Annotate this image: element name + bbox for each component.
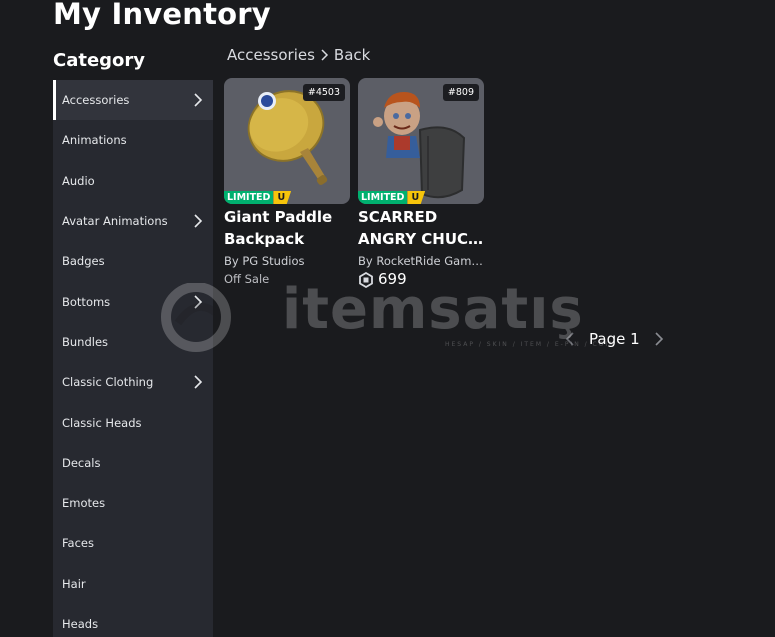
breadcrumb-current[interactable]: Accessories — [227, 46, 315, 64]
sidebar-item-faces[interactable]: Faces — [53, 523, 213, 563]
sidebar-item-decals[interactable]: Decals — [53, 443, 213, 483]
item-name[interactable]: SCARRED ANGRY CHUCKY — [358, 206, 484, 250]
chevron-right-icon — [194, 375, 203, 389]
sidebar-item-accessories[interactable]: Accessories — [53, 80, 213, 121]
sidebar-item-label: Audio — [62, 173, 95, 188]
creator-link[interactable]: PG Studios — [242, 254, 304, 268]
robux-icon — [359, 271, 373, 288]
price-text: Off Sale — [224, 272, 270, 286]
watermark: itemsatış HESAP / SKIN / ITEM / E-PIN / … — [160, 277, 620, 362]
sidebar-item-classic-heads[interactable]: Classic Heads — [53, 402, 213, 442]
item-name[interactable]: Giant Paddle Backpack — [224, 206, 350, 250]
creator-link[interactable]: RocketRide Games — [376, 254, 484, 268]
sidebar-item-emotes[interactable]: Emotes — [53, 483, 213, 523]
page-title: My Inventory — [53, 0, 271, 31]
sidebar-item-label: Badges — [62, 254, 105, 269]
sidebar-item-label: Bottoms — [62, 294, 111, 309]
limited-unique-badge: LIMITED U — [358, 191, 426, 204]
chevron-right-icon — [194, 214, 203, 228]
sidebar-item-heads[interactable]: Heads — [53, 604, 213, 637]
item-creator: By RocketRide Games — [358, 253, 484, 269]
sidebar-item-label: Decals — [62, 455, 101, 470]
sidebar-item-label: Faces — [62, 536, 94, 551]
limited-unique-badge: LIMITED U — [224, 191, 292, 204]
item-card[interactable]: #4503 LIMITED U Giant Paddle Backpack By… — [224, 78, 350, 288]
sidebar-item-label: Accessories — [62, 93, 130, 108]
sidebar-item-label: Emotes — [62, 496, 106, 511]
sidebar-item-label: Classic Heads — [62, 415, 142, 430]
sidebar-item-classic-clothing[interactable]: Classic Clothing — [53, 362, 213, 402]
pagination: Page 1 — [565, 330, 664, 348]
chevron-left-icon[interactable] — [565, 332, 575, 346]
sidebar-item-badges[interactable]: Badges — [53, 241, 213, 281]
sidebar-item-label: Bundles — [62, 334, 109, 349]
chevron-right-icon — [194, 295, 203, 309]
limited-label: LIMITED — [358, 191, 408, 204]
item-price: Off Sale — [224, 271, 350, 288]
unique-label: U — [273, 191, 292, 204]
item-card[interactable]: #809 LIMITED U SCARRED ANGRY CHUCKY By R… — [358, 78, 484, 288]
price-text: 699 — [378, 270, 407, 288]
sidebar-item-label: Animations — [62, 133, 127, 148]
page-indicator: Page 1 — [589, 330, 640, 348]
sidebar-item-label: Heads — [62, 617, 99, 631]
sidebar-item-bottoms[interactable]: Bottoms — [53, 281, 213, 321]
item-thumbnail[interactable]: #809 LIMITED U — [358, 78, 484, 204]
watermark-logo — [161, 282, 231, 352]
category-heading: Category — [53, 50, 146, 71]
chevron-right-icon — [194, 93, 203, 107]
limited-label: LIMITED — [224, 191, 274, 204]
sidebar-item-audio[interactable]: Audio — [53, 161, 213, 201]
sidebar-item-avatar-animations[interactable]: Avatar Animations — [53, 201, 213, 241]
chevron-right-icon — [321, 49, 328, 61]
inventory-page: My Inventory Category Accessories Animat… — [0, 0, 775, 637]
chevron-right-icon[interactable] — [654, 332, 664, 346]
serial-badge: #809 — [442, 84, 479, 101]
by-label: By — [358, 254, 373, 268]
item-thumbnail[interactable]: #4503 LIMITED U — [224, 78, 350, 204]
by-label: By — [224, 254, 239, 268]
breadcrumb: Accessories Back — [227, 46, 370, 64]
back-link[interactable]: Back — [334, 46, 370, 64]
sidebar-item-label: Avatar Animations — [62, 214, 168, 229]
item-price: 699 — [358, 271, 484, 288]
category-sidebar: Accessories Animations Audio Avatar Anim… — [53, 80, 213, 637]
sidebar-item-animations[interactable]: Animations — [53, 120, 213, 160]
sidebar-item-label: Classic Clothing — [62, 375, 154, 390]
item-creator: By PG Studios — [224, 253, 350, 269]
serial-badge: #4503 — [302, 84, 345, 101]
sidebar-item-bundles[interactable]: Bundles — [53, 322, 213, 362]
unique-label: U — [407, 191, 426, 204]
sidebar-item-label: Hair — [62, 576, 86, 591]
sidebar-item-hair[interactable]: Hair — [53, 564, 213, 604]
